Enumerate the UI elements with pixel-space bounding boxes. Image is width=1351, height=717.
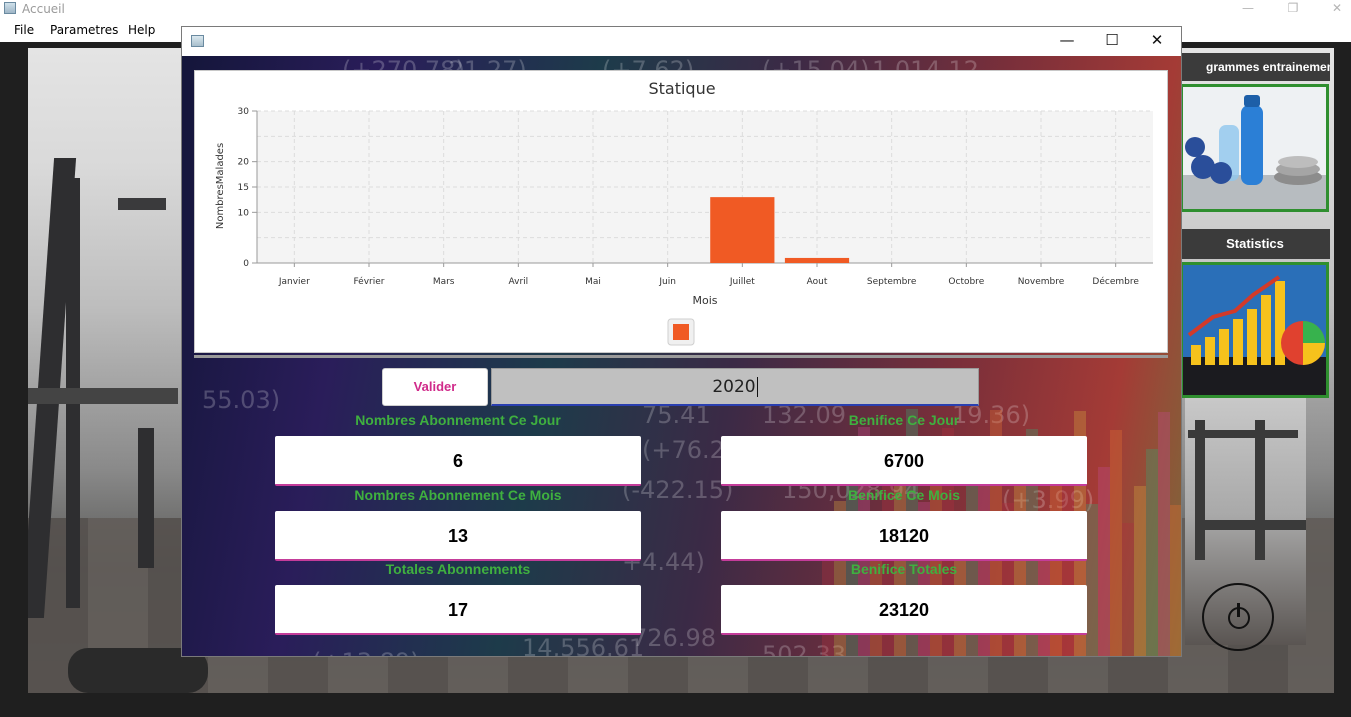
benifice-totales-label: Benifice Totales [850,561,958,577]
year-input-value: 2020 [712,377,756,397]
app-window-icon [4,2,16,14]
programmes-entrainement-header[interactable]: grammes entrainement [1180,53,1330,81]
background-bar-column [1146,449,1158,656]
chart-x-tick-label: Décembre [1092,276,1139,287]
gym-machine-frame [138,428,154,568]
abonnement-mois-label: Nombres Abonnement Ce Mois [354,487,562,503]
chart-x-tick-label: Mai [585,277,601,287]
background-stock-number: (+13.89) [312,648,420,656]
background-bar-column [1086,504,1098,656]
chart-y-tick-label: 15 [238,183,249,193]
window-title: Accueil [22,2,65,16]
dialog-title-bar: — ☐ ✕ [182,27,1181,56]
abonnement-jour-value: 6 [275,436,641,486]
fitness-equipment-icon [1183,87,1326,209]
background-stock-number: 726.98 [632,624,716,652]
chart-y-tick-label: 10 [238,208,250,218]
chart-x-tick-label: Juin [658,277,676,287]
background-bar-column [1158,412,1170,656]
background-stock-number: 55.03) [202,386,281,414]
chart-y-tick-label: 20 [238,158,250,168]
benifice-jour-label: Benifice Ce Jour [848,412,960,428]
chart-x-tick-label: Aout [807,277,828,287]
menu-help[interactable]: Help [128,23,155,37]
text-caret [756,377,758,397]
gym-machine-bar [28,388,178,404]
background-stock-number: 14,556.61 [522,634,645,657]
abonnement-mois-value: 13 [275,511,641,561]
outer-close-button[interactable]: ✕ [1314,0,1351,20]
chart-x-tick-label: Janvier [278,277,310,287]
outer-minimize-button[interactable]: — [1225,0,1271,20]
gym-rack-post [1195,420,1205,560]
background-bar-column [1098,467,1110,656]
chart-panel: Statique 0 10 15 20 30 Janvier Février Mars Avri… [194,70,1168,353]
outer-title-bar: Accueil — ❐ ✕ [0,0,1351,20]
dialog-close-button[interactable]: ✕ [1134,27,1180,56]
statistics-card[interactable] [1180,262,1329,398]
totales-abonnements-value: 17 [275,585,641,635]
dialog-window-icon [191,35,204,47]
background-bar-column [1170,505,1181,656]
chart-y-tick-label: 30 [238,107,250,117]
chart-x-tick-label: Septembre [867,277,917,287]
power-off-button[interactable] [1202,583,1274,651]
chart-legend-swatch [673,324,689,340]
benifice-mois-label: Benifice Ce Mois [847,487,961,503]
chart-y-tick-label: 0 [243,259,249,269]
chart-x-tick-label: Octobre [948,277,984,287]
chart-x-tick-label: Novembre [1018,277,1065,287]
chart-x-tick-label: Mars [433,277,455,287]
chart-x-tick-label: Février [354,276,385,287]
chart-y-axis-label: NombresMalades [215,143,226,229]
background-bar-column [1110,430,1122,656]
menu-file[interactable]: File [14,23,34,37]
dialog-content: (+270.78)-21.27)(+7.62)(+15.04)1,014.125… [182,56,1181,657]
totales-abonnements-label: Totales Abonnements [385,561,531,577]
chart-bar-aout [784,257,850,263]
valider-button[interactable]: Valider [382,368,488,406]
menu-parametres[interactable]: Parametres [50,23,118,37]
chart-x-axis-label: Mois [692,294,717,307]
chart-x-tick-label: Juillet [729,277,755,287]
programmes-entrainement-card[interactable] [1180,84,1329,212]
abonnement-jour-label: Nombres Abonnement Ce Jour [355,412,561,428]
bar-chart: 0 10 15 20 30 Janvier Février Mars Avril Mai Juin J… [215,107,1153,346]
dialog-maximize-button[interactable]: ☐ [1089,27,1135,56]
chart-x-tick-label: Avril [508,277,528,287]
statistics-header[interactable]: Statistics [1180,229,1330,259]
benifice-jour-value: 6700 [721,436,1087,486]
benifice-totales-value: 23120 [721,585,1087,635]
gym-machine-bar [118,198,166,210]
power-icon-line [1237,603,1240,617]
background-bar-column [1122,523,1134,656]
gym-rack-bar [1188,430,1298,438]
gym-rack-post [1255,420,1265,560]
benifice-mois-value: 18120 [721,511,1087,561]
panel-divider [194,355,1168,358]
statistics-dialog: — ☐ ✕ (+270.78)-21.27)(+7.62)(+15.04)1,0… [181,26,1182,657]
gym-rack-bar [1200,520,1306,530]
outer-restore-button[interactable]: ❐ [1270,0,1316,20]
dialog-minimize-button[interactable]: — [1044,27,1090,56]
year-input[interactable]: 2020 [491,368,979,406]
statistics-chart-icon [1183,265,1326,395]
background-bar-column [1134,486,1146,656]
chart-bar-juillet [710,197,775,263]
